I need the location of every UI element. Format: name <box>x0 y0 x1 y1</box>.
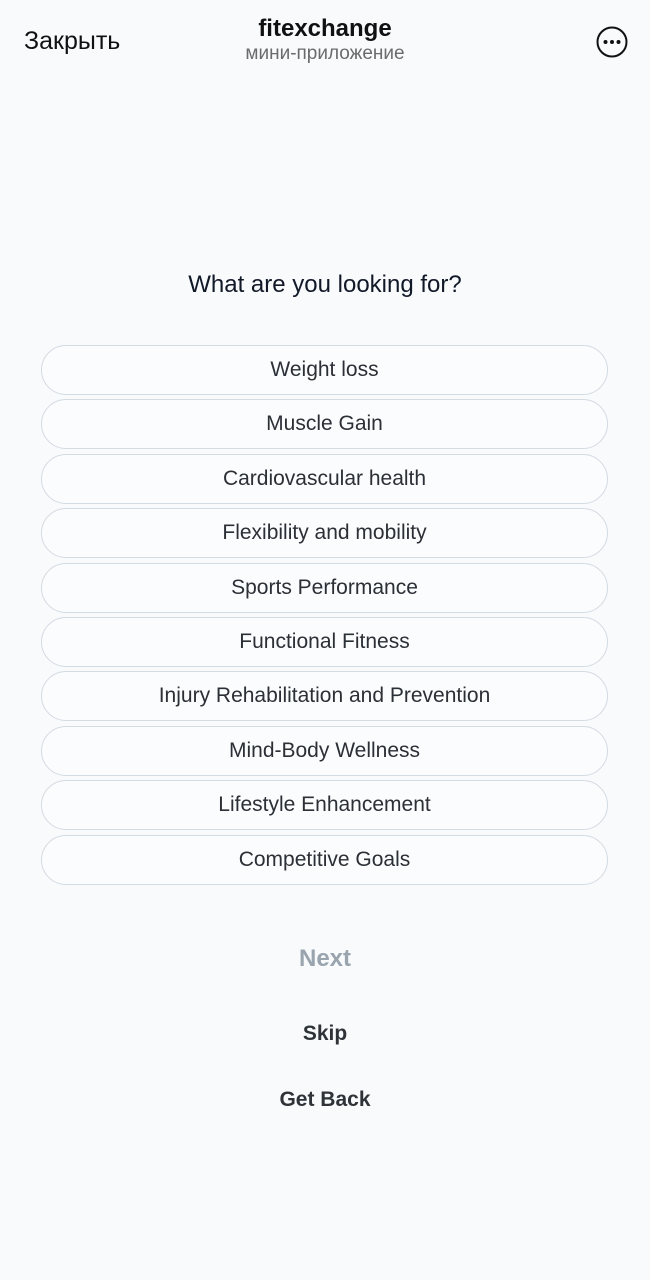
option-flexibility-mobility[interactable]: Flexibility and mobility <box>41 508 608 559</box>
app-title: fitexchange <box>258 15 392 42</box>
option-competitive-goals[interactable]: Competitive Goals <box>41 834 608 885</box>
get-back-button[interactable]: Get Back <box>0 1085 650 1115</box>
close-button[interactable]: Закрыть <box>24 26 120 56</box>
option-cardiovascular-health[interactable]: Cardiovascular health <box>41 453 608 504</box>
skip-button[interactable]: Skip <box>0 1019 650 1049</box>
app-subtitle: мини-приложение <box>245 43 405 64</box>
option-weight-loss[interactable]: Weight loss <box>41 345 608 395</box>
option-functional-fitness[interactable]: Functional Fitness <box>41 616 608 667</box>
more-horizontal-circle-icon <box>596 26 628 58</box>
question-heading: What are you looking for? <box>188 271 462 298</box>
top-bar: Закрыть fitexchange мини-приложение <box>0 0 650 80</box>
option-sports-performance[interactable]: Sports Performance <box>41 562 608 613</box>
title-block: fitexchange мини-приложение <box>125 14 525 66</box>
option-muscle-gain[interactable]: Muscle Gain <box>41 399 608 450</box>
option-lifestyle-enhancement[interactable]: Lifestyle Enhancement <box>41 780 608 831</box>
mini-app-screen: Закрыть fitexchange мини-приложение What… <box>0 0 650 1280</box>
option-injury-rehabilitation[interactable]: Injury Rehabilitation and Prevention <box>41 671 608 722</box>
more-options-button[interactable] <box>596 26 628 58</box>
goal-options-list: Weight loss Muscle Gain Cardiovascular h… <box>41 345 608 889</box>
next-button[interactable]: Next <box>0 942 650 976</box>
option-mind-body-wellness[interactable]: Mind-Body Wellness <box>41 725 608 776</box>
